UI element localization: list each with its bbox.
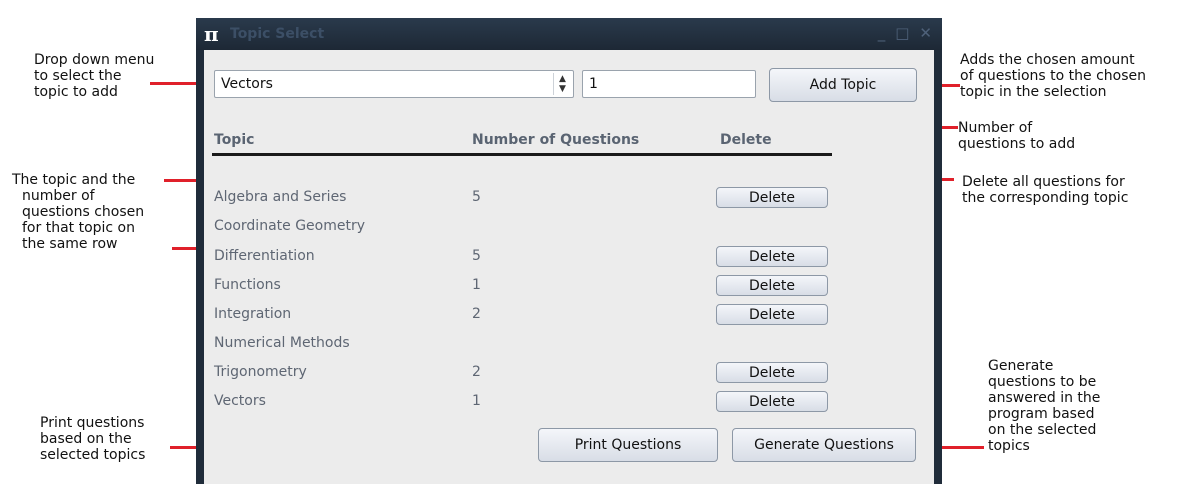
annotation-delete: Delete all questions for the correspondi… [962, 174, 1128, 206]
delete-button[interactable]: Delete [716, 275, 828, 296]
header-divider [212, 153, 832, 156]
maximize-icon[interactable]: □ [895, 24, 909, 42]
row-topic: Vectors [214, 393, 266, 409]
annotation-line-text: of questions to the chosen [960, 68, 1147, 84]
close-icon[interactable]: ✕ [919, 24, 932, 42]
row-count: 2 [472, 364, 481, 380]
minimize-icon[interactable]: _ [878, 24, 886, 42]
generate-questions-button[interactable]: Generate Questions [732, 428, 916, 462]
topic-dropdown[interactable]: Vectors ▲ ▼ [214, 70, 574, 98]
annotation-line-text: questions to add [958, 136, 1076, 152]
annotation-add-topic: Adds the chosen amount of questions to t… [960, 52, 1146, 100]
annotation-print: Print questions based on the selected to… [40, 415, 145, 463]
delete-button[interactable]: Delete [716, 304, 828, 325]
annotation-line-text: Generate [988, 358, 1054, 374]
topic-select-window: π Topic Select _ □ ✕ Vectors ▲ ▼ 1 Add To… [196, 18, 942, 484]
annotation-line-text: for that topic on [22, 220, 135, 236]
row-topic: Coordinate Geometry [214, 218, 366, 234]
row-topic: Differentiation [214, 248, 315, 264]
annotation-line-text: questions chosen [22, 204, 145, 220]
annotation-line-text: to select the [34, 68, 122, 84]
window-title: Topic Select [230, 26, 325, 42]
row-topic: Algebra and Series [214, 189, 347, 205]
annotation-line-text: Print questions [40, 415, 145, 431]
annotation-line-text: answered in the [988, 390, 1101, 406]
annotation-line-text: program based [988, 406, 1095, 422]
annotation-line-text: number of [22, 188, 95, 204]
row-count: 1 [472, 277, 481, 293]
annotation-line-text: topics [988, 438, 1030, 454]
header-topic: Topic [214, 132, 255, 148]
header-delete: Delete [720, 132, 772, 148]
delete-button[interactable]: Delete [716, 391, 828, 412]
delete-button[interactable]: Delete [716, 246, 828, 267]
add-topic-button[interactable]: Add Topic [769, 68, 917, 102]
row-count: 5 [472, 248, 481, 264]
title-bar[interactable]: π Topic Select _ □ ✕ [196, 18, 942, 50]
row-topic: Trigonometry [214, 364, 307, 380]
annotation-line-text: Number of [958, 120, 1033, 136]
print-questions-button[interactable]: Print Questions [538, 428, 718, 462]
pi-icon: π [204, 22, 219, 46]
annotation-line-text: Drop down menu [34, 52, 155, 68]
row-topic: Numerical Methods [214, 335, 350, 351]
row-topic: Functions [214, 277, 281, 293]
annotation-generate: Generate questions to be answered in the… [988, 358, 1100, 454]
annotation-line-text: the same row [22, 236, 118, 252]
annotation-quantity: Number of questions to add [958, 120, 1075, 152]
window-client-area: Vectors ▲ ▼ 1 Add Topic Topic Number of Q… [204, 50, 934, 484]
delete-button[interactable]: Delete [716, 362, 828, 383]
annotation-line-text: on the selected [988, 422, 1097, 438]
annotation-row: The topic and the number of questions ch… [12, 172, 172, 252]
annotation-line-text: the corresponding topic [962, 190, 1129, 206]
row-count: 5 [472, 189, 481, 205]
header-number-of-questions: Number of Questions [472, 132, 640, 148]
delete-button[interactable]: Delete [716, 187, 828, 208]
annotation-line-text: Adds the chosen amount [960, 52, 1135, 68]
row-count: 2 [472, 306, 481, 322]
topic-dropdown-value: Vectors [221, 76, 273, 92]
window-controls: _ □ ✕ [878, 24, 932, 42]
annotation-line-text: topic in the selection [960, 84, 1107, 100]
annotation-line-text: questions to be [988, 374, 1097, 390]
annotation-line-text: The topic and the [12, 172, 136, 188]
row-count: 1 [472, 393, 481, 409]
annotation-line-text: Delete all questions for [962, 174, 1125, 190]
spinner-arrows-icon[interactable]: ▲ ▼ [553, 73, 571, 95]
annotation-line-text: selected topics [40, 447, 146, 463]
annotation-line-text: based on the [40, 431, 132, 447]
row-topic: Integration [214, 306, 292, 322]
annotation-dropdown: Drop down menu to select the topic to ad… [34, 52, 154, 100]
quantity-input[interactable]: 1 [582, 70, 756, 98]
annotation-line-text: topic to add [34, 84, 118, 100]
